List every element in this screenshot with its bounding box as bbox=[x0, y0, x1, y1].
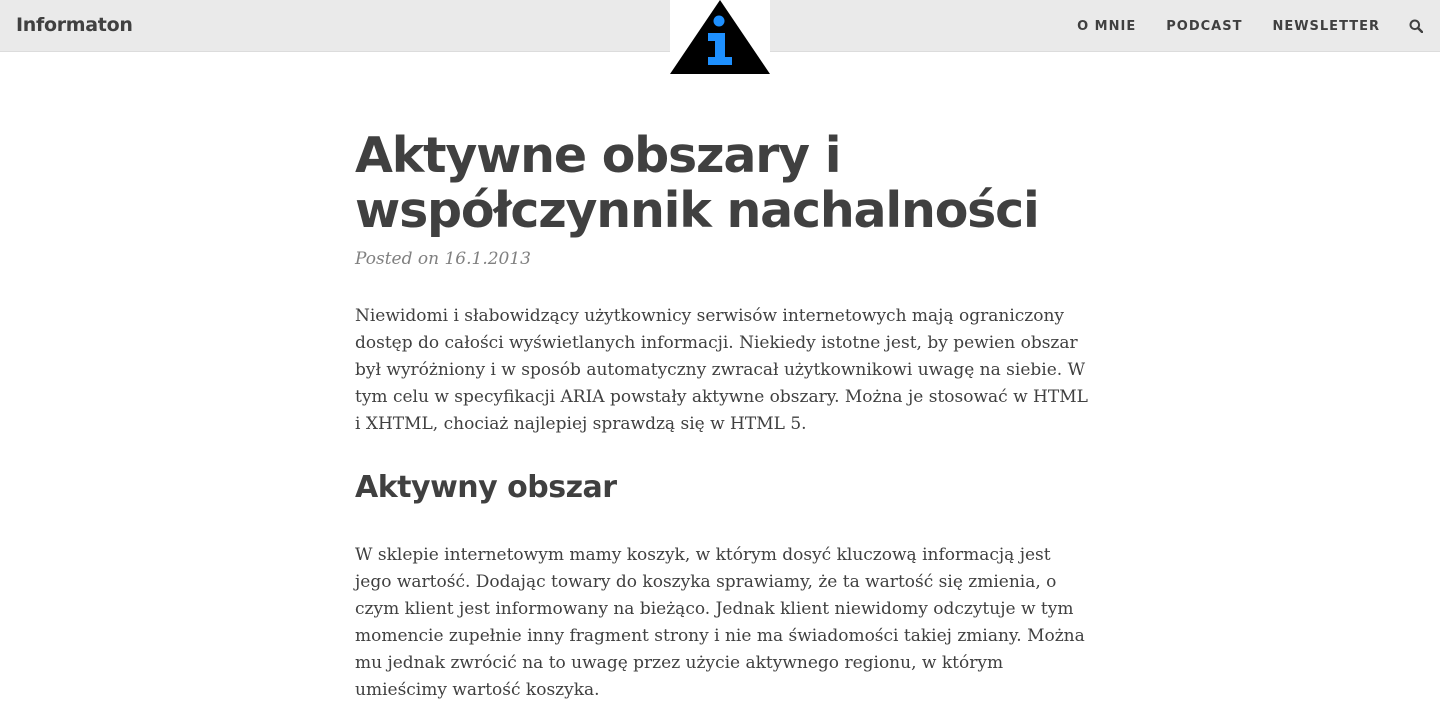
site-logo[interactable] bbox=[670, 0, 770, 76]
nav-link-podcast[interactable]: PODCAST bbox=[1166, 19, 1242, 34]
section-heading: Aktywny obszar bbox=[355, 470, 617, 505]
nav-link-newsletter[interactable]: NEWSLETTER bbox=[1272, 19, 1380, 34]
search-icon[interactable] bbox=[1408, 18, 1424, 34]
post-date: Posted on 16.1.2013 bbox=[355, 249, 531, 269]
article-content: Aktywne obszary i współczynnik nachalnoś… bbox=[355, 128, 1090, 704]
main-nav: O MNIE PODCAST NEWSLETTER bbox=[1077, 0, 1440, 52]
top-navbar: Informaton O MNIE PODCAST NEWSLETTER bbox=[0, 0, 1440, 76]
section-paragraph: W sklepie internetowym mamy koszyk, w kt… bbox=[355, 545, 1085, 700]
intro-paragraph: Niewidomi i słabowidzący użytkownicy ser… bbox=[355, 306, 1088, 434]
nav-link-o-mnie[interactable]: O MNIE bbox=[1077, 19, 1136, 34]
info-triangle-icon bbox=[670, 0, 770, 74]
page-title: Aktywne obszary i współczynnik nachalnoś… bbox=[355, 127, 1040, 239]
site-brand-link[interactable]: Informaton bbox=[16, 14, 133, 36]
